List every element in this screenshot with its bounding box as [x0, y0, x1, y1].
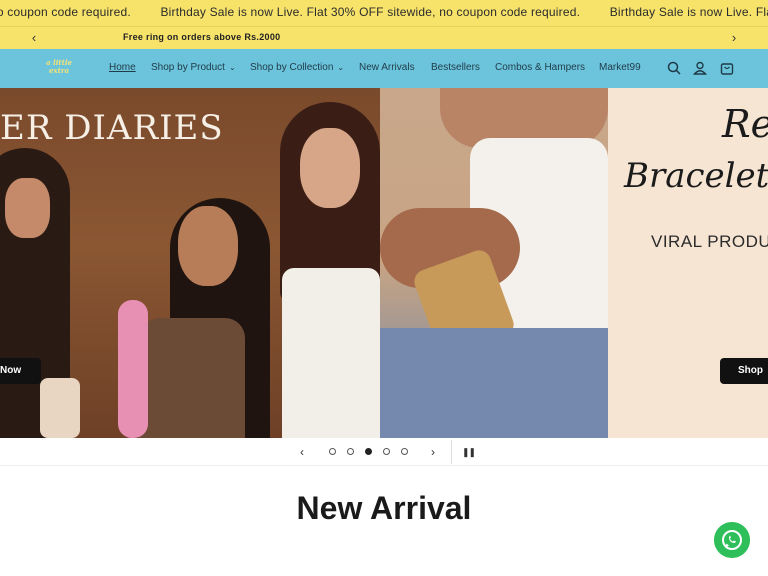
nav-new-arrivals[interactable]: New Arrivals [359, 62, 415, 73]
nav-bestsellers[interactable]: Bestsellers [431, 62, 480, 73]
account-icon[interactable] [692, 60, 708, 76]
model-outfit [282, 268, 380, 438]
slide-dot[interactable] [347, 448, 354, 455]
hero-title: ER DIARIES [0, 108, 224, 148]
announcement-bar: ‹ Free ring on orders above Rs.2000 › [0, 26, 768, 49]
nav-shop-by-collection[interactable]: Shop by Collection ⌄ [250, 62, 344, 73]
hero-slide-left[interactable]: ER DIARIES Now [0, 88, 380, 438]
nav-market99[interactable]: Market99 [599, 62, 641, 73]
cart-icon[interactable] [719, 60, 735, 76]
marquee-message: Birthday Sale is now Live. Flat 30% OFF … [160, 5, 581, 19]
site-header: a little extra Home Shop by Product ⌄ Sho… [0, 49, 768, 88]
hero-slider[interactable]: ER DIARIES Now Res Bracelets & VIRAL PRO… [0, 88, 768, 438]
drink-cup [40, 378, 80, 438]
marquee-track: no coupon code required. Birthday Sale i… [0, 5, 768, 19]
whatsapp-icon[interactable] [714, 522, 750, 558]
hero-script-subtitle: Bracelets & [624, 156, 768, 196]
brand-logo[interactable]: a little extra [42, 59, 76, 77]
search-icon[interactable] [666, 60, 682, 76]
slide-dot[interactable] [383, 448, 390, 455]
shop-now-button[interactable]: Now [0, 358, 41, 384]
model-face [5, 178, 50, 238]
model-face [178, 206, 238, 286]
section-title: New Arrival [296, 490, 472, 526]
hero-tagline: VIRAL PRODU [651, 232, 768, 251]
slider-controls: ‹ › ❚❚ [0, 438, 768, 466]
nav-combos-hampers[interactable]: Combos & Hampers [495, 62, 585, 73]
model-dress [140, 318, 245, 438]
slide-dot-active[interactable] [365, 448, 372, 455]
marquee-bar: no coupon code required. Birthday Sale i… [0, 0, 768, 26]
divider [451, 440, 452, 464]
chevron-down-icon: ⌄ [337, 63, 345, 72]
slide-dot[interactable] [401, 448, 408, 455]
pink-bottle [118, 300, 148, 438]
announcement-text: Free ring on orders above Rs.2000 [123, 32, 281, 42]
pause-icon[interactable]: ❚❚ [462, 447, 476, 458]
nav-home[interactable]: Home [109, 62, 136, 73]
nav-shop-by-product[interactable]: Shop by Product ⌄ [151, 62, 236, 73]
hero-script-title: Res [722, 102, 768, 146]
slide-dot[interactable] [329, 448, 336, 455]
chevron-down-icon: ⌄ [228, 63, 236, 72]
marquee-message: no coupon code required. [0, 5, 131, 19]
marquee-message: Birthday Sale is now Live. Flat 30% OFF [609, 5, 768, 19]
nav-label: Shop by Collection [250, 62, 334, 73]
chevron-right-icon[interactable]: › [724, 30, 744, 45]
chevron-left-icon[interactable]: ‹ [300, 445, 304, 459]
shop-button[interactable]: Shop [720, 358, 768, 384]
hero-slide-right-photo[interactable] [380, 88, 608, 438]
nav-label: Shop by Product [151, 62, 225, 73]
chevron-right-icon[interactable]: › [431, 445, 435, 459]
model-face [300, 128, 360, 208]
jeans [380, 328, 608, 438]
chevron-left-icon[interactable]: ‹ [24, 30, 44, 45]
